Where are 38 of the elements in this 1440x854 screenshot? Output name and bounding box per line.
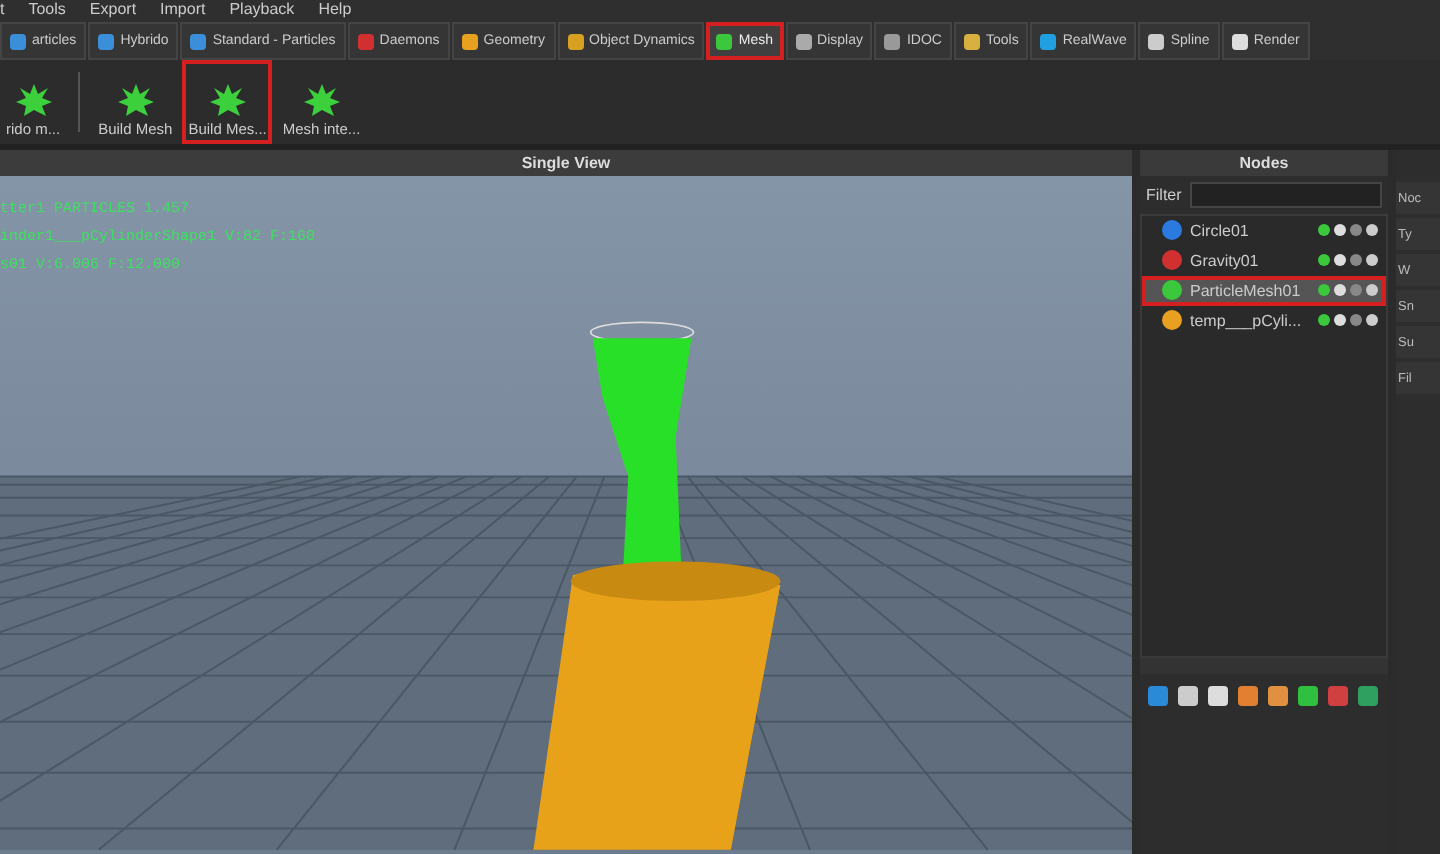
- tab-icon: [1040, 33, 1057, 49]
- tab-icon: [357, 33, 374, 49]
- tab-icon: [884, 33, 901, 49]
- splash-icon: [207, 80, 248, 120]
- tab-icon: [98, 33, 115, 49]
- node-actions-icon[interactable]: [1318, 284, 1378, 297]
- tab-icon: [716, 33, 733, 49]
- menu-item[interactable]: t: [0, 0, 5, 20]
- node-row[interactable]: Gravity01: [1142, 245, 1386, 276]
- filter-label: Filter: [1146, 185, 1182, 204]
- menu-item[interactable]: Import: [160, 0, 206, 20]
- node-actions-icon[interactable]: [1318, 254, 1378, 267]
- node-icon: [1162, 250, 1182, 271]
- node-row[interactable]: Circle01: [1142, 215, 1386, 246]
- node-row[interactable]: temp___pCyli...: [1142, 305, 1386, 336]
- tab-icon: [1148, 33, 1165, 49]
- panel-title: Nodes: [1140, 150, 1388, 176]
- node-icon: [1162, 280, 1182, 301]
- node-actions-icon[interactable]: [1318, 314, 1378, 327]
- tab-icon: [1231, 33, 1248, 49]
- node-icon: [1162, 220, 1182, 241]
- splash-icon: [301, 80, 342, 120]
- filter-field[interactable]: [1189, 181, 1382, 208]
- menu-item[interactable]: Export: [89, 0, 137, 20]
- node-row[interactable]: ParticleMesh01: [1142, 275, 1386, 306]
- tab-icon: [10, 33, 26, 49]
- splash-icon: [13, 80, 54, 120]
- menu-item[interactable]: Help: [318, 0, 352, 20]
- node-icon: [1162, 310, 1182, 331]
- menu-item[interactable]: Tools: [28, 0, 66, 20]
- tab-icon: [567, 33, 583, 49]
- tab-icon: [190, 33, 207, 49]
- menu-item[interactable]: Playback: [229, 0, 295, 20]
- splash-icon: [115, 80, 156, 120]
- node-actions-icon[interactable]: [1318, 224, 1378, 237]
- tab-icon: [963, 33, 980, 49]
- tab-icon: [461, 33, 478, 49]
- tab-icon: [795, 33, 812, 49]
